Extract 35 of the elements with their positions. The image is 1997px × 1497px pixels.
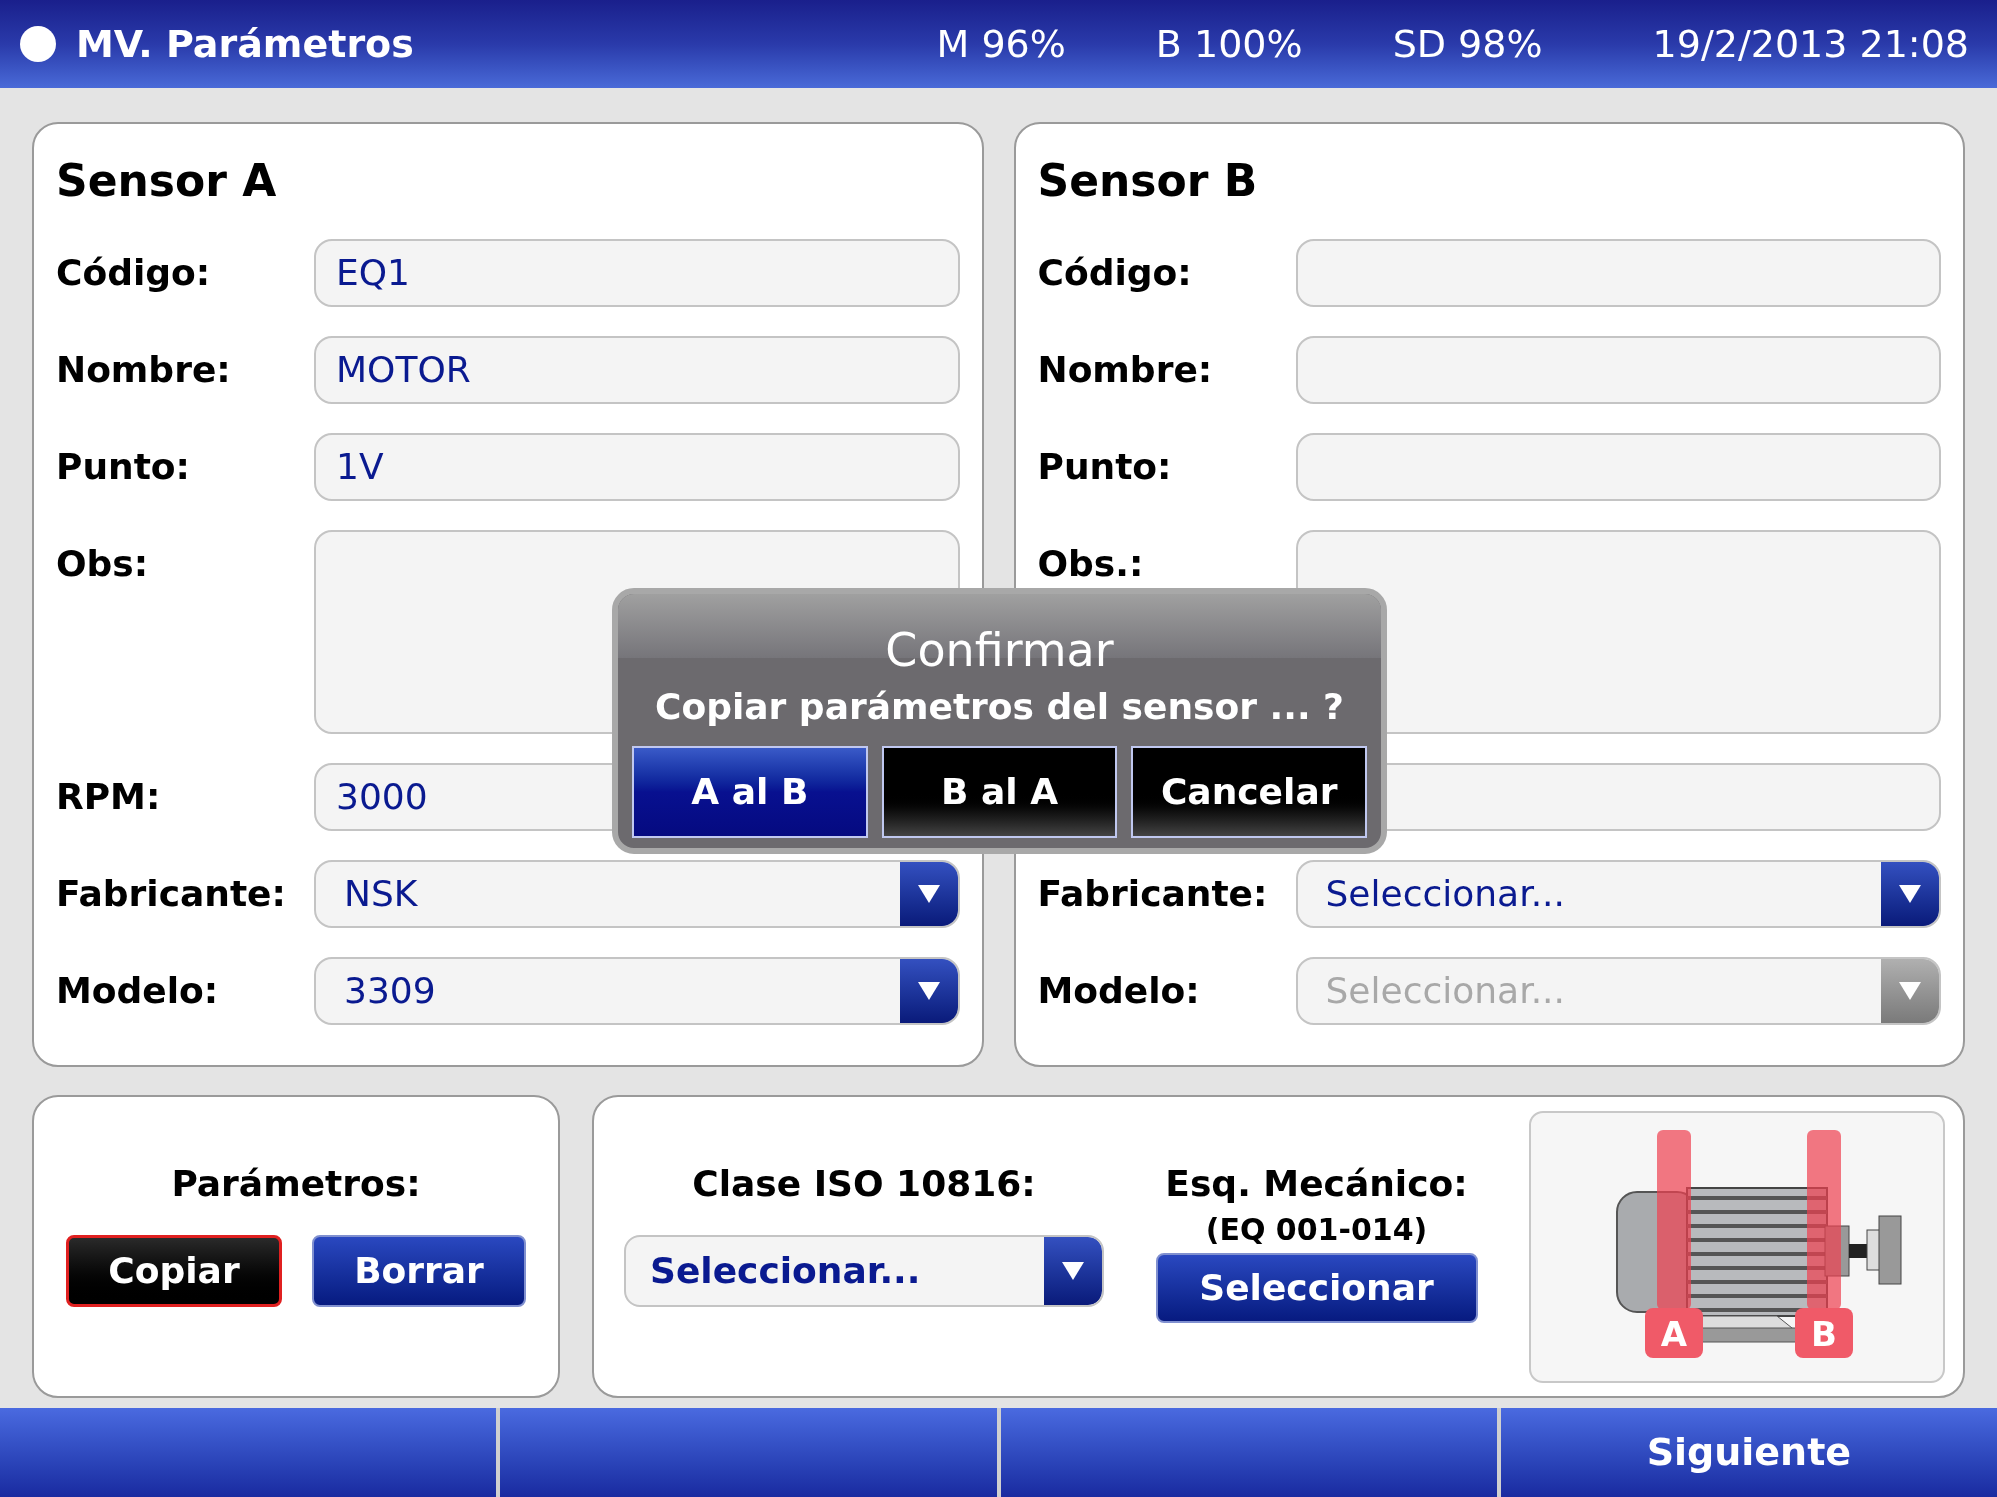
field-label: Nombre:: [56, 348, 231, 392]
panel-sublabel: (EQ 001-014): [1205, 1211, 1428, 1249]
dialog-message: Copiar parámetros del sensor ... ?: [655, 685, 1344, 729]
field-label: Modelo:: [1037, 969, 1200, 1013]
dropdown-value: NSK: [343, 872, 418, 916]
field-label: Punto:: [56, 445, 190, 489]
panel-title: Sensor B: [1037, 154, 1259, 208]
dropdown-value: Seleccionar...: [1324, 872, 1565, 916]
field-label: Nombre:: [1037, 348, 1213, 392]
field-label: Obs:: [56, 542, 149, 586]
field-value: 1V: [335, 445, 384, 489]
field-value: 3000: [335, 775, 428, 819]
window-title: MV. Parámetros: [76, 20, 414, 68]
panel-label: Parámetros:: [171, 1162, 421, 1206]
field-label: Fabricante:: [1037, 872, 1268, 916]
field-label: Modelo:: [56, 969, 219, 1013]
status-reading: SD 98%: [1392, 20, 1543, 68]
field-label: Código:: [1037, 251, 1192, 295]
field-label: Fabricante:: [56, 872, 286, 916]
field-label: Punto:: [1037, 445, 1172, 489]
panel-title: Sensor A: [56, 154, 278, 208]
dropdown-value: 3309: [343, 969, 436, 1013]
panel-label: Esq. Mecánico:: [1165, 1162, 1468, 1206]
dropdown-value: Seleccionar...: [649, 1249, 921, 1293]
dropdown-value: Seleccionar...: [1324, 969, 1565, 1013]
field-value: MOTOR: [335, 348, 471, 392]
field-value: EQ1: [335, 251, 410, 295]
dialog-title: Confirmar: [885, 622, 1114, 679]
panel-label: Clase ISO 10816:: [692, 1162, 1036, 1206]
field-label: Código:: [56, 251, 211, 295]
field-label: Obs.:: [1037, 542, 1144, 586]
status-reading: B 100%: [1155, 20, 1303, 68]
date-time: 19/2/2013 21:08: [1652, 20, 1969, 68]
field-label: RPM:: [56, 775, 161, 819]
status-reading: M 96%: [936, 20, 1066, 68]
